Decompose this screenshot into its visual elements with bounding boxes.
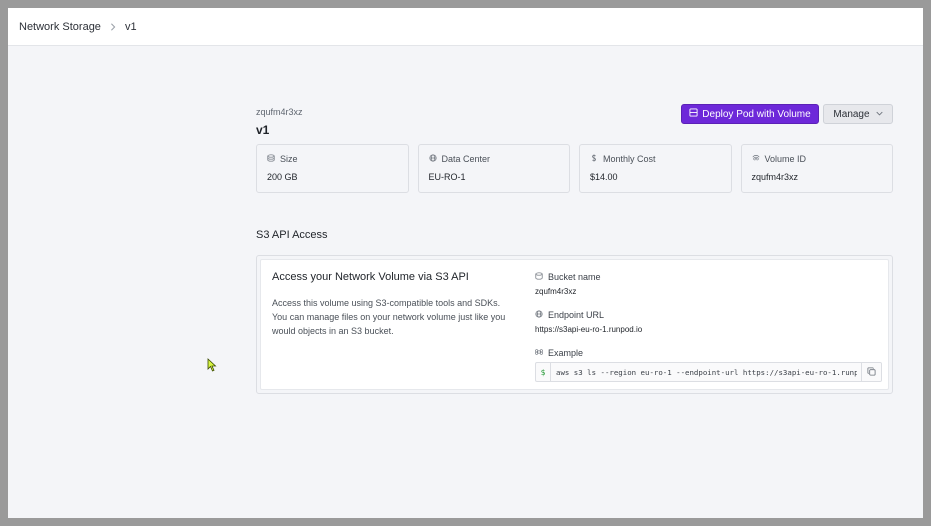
breadcrumb-current: v1 — [124, 20, 137, 33]
stat-value-volume-id: zqufm4r3xz — [751, 172, 799, 182]
stat-label-volume-id: Volume ID — [752, 154, 883, 164]
bucket-name-value: zqufm4r3xz — [535, 287, 577, 296]
deploy-pod-button[interactable]: Deploy Pod with Volume — [681, 104, 819, 124]
example-label-text: Example — [548, 348, 584, 358]
chevron-right-icon — [109, 22, 117, 31]
globe-icon — [535, 310, 543, 320]
stat-value-size: 200 GB — [267, 172, 298, 182]
bucket-name-label: Bucket name — [535, 272, 885, 282]
s3-section-title: S3 API Access — [256, 229, 328, 241]
chevron-down-icon — [875, 109, 883, 120]
s3-access-panel: Access your Network Volume via S3 API Ac… — [256, 255, 893, 394]
stat-label-size: Size — [267, 154, 398, 164]
copy-button[interactable] — [861, 363, 881, 381]
database-icon — [535, 272, 543, 282]
copy-icon — [867, 363, 876, 381]
breadcrumb-root-link[interactable]: Network Storage — [19, 21, 101, 33]
fingerprint-icon — [752, 154, 760, 164]
server-icon — [689, 108, 698, 120]
stat-card-data-center: Data Center EU-RO-1 — [417, 144, 570, 193]
s3-access-card: Access your Network Volume via S3 API Ac… — [260, 259, 889, 390]
mouse-cursor-icon — [207, 358, 217, 372]
endpoint-url-label: Endpoint URL — [535, 310, 885, 320]
stat-label-monthly-cost: Monthly Cost — [590, 154, 721, 164]
dollar-icon — [590, 154, 598, 164]
endpoint-url-value: https://s3api-eu-ro-1.runpod.io — [535, 325, 643, 334]
volume-stats: Size 200 GB Data Center EU-RO-1 Monthly … — [256, 144, 893, 193]
deploy-pod-label: Deploy Pod with Volume — [702, 108, 811, 120]
command-icon — [535, 348, 543, 358]
example-code-block[interactable]: $ aws s3 ls --region eu-ro-1 --endpoint-… — [535, 362, 882, 382]
manage-dropdown-button[interactable]: Manage — [823, 104, 893, 124]
example-command[interactable]: aws s3 ls --region eu-ro-1 --endpoint-ur… — [551, 368, 857, 377]
stat-label-volume-id-text: Volume ID — [764, 154, 807, 164]
stat-label-monthly-cost-text: Monthly Cost — [603, 154, 656, 164]
s3-card-title: Access your Network Volume via S3 API — [272, 271, 469, 283]
stat-value-data-center: EU-RO-1 — [428, 172, 466, 182]
manage-label: Manage — [833, 108, 870, 120]
volume-id-subtitle: zqufm4r3xz — [256, 107, 303, 117]
s3-details: Bucket name zqufm4r3xz Endpoint URL http… — [535, 272, 885, 382]
stat-card-volume-id: Volume ID zqufm4r3xz — [740, 144, 893, 193]
globe-icon — [428, 154, 437, 164]
main-content: zqufm4r3xz v1 Deploy Pod with Volume Man… — [256, 46, 893, 394]
shell-prompt: $ — [536, 363, 551, 381]
stat-card-size: Size 200 GB — [256, 144, 409, 193]
example-label: Example — [535, 348, 885, 358]
page-title: v1 — [256, 123, 270, 137]
stat-value-monthly-cost: $14.00 — [590, 172, 618, 182]
app-window: Network Storage v1 zqufm4r3xz v1 Deploy … — [8, 8, 923, 518]
stat-card-monthly-cost: Monthly Cost $14.00 — [579, 144, 732, 193]
volume-header: zqufm4r3xz v1 Deploy Pod with Volume Man… — [256, 46, 893, 144]
stat-label-data-center-text: Data Center — [441, 154, 491, 164]
s3-card-description: Access this volume using S3-compatible t… — [272, 298, 506, 336]
stat-label-data-center: Data Center — [428, 154, 560, 164]
endpoint-url-label-text: Endpoint URL — [548, 310, 605, 320]
bucket-name-label-text: Bucket name — [548, 272, 601, 282]
stat-label-size-text: Size — [280, 154, 298, 164]
database-icon — [267, 154, 275, 164]
breadcrumb: Network Storage v1 — [8, 8, 923, 46]
